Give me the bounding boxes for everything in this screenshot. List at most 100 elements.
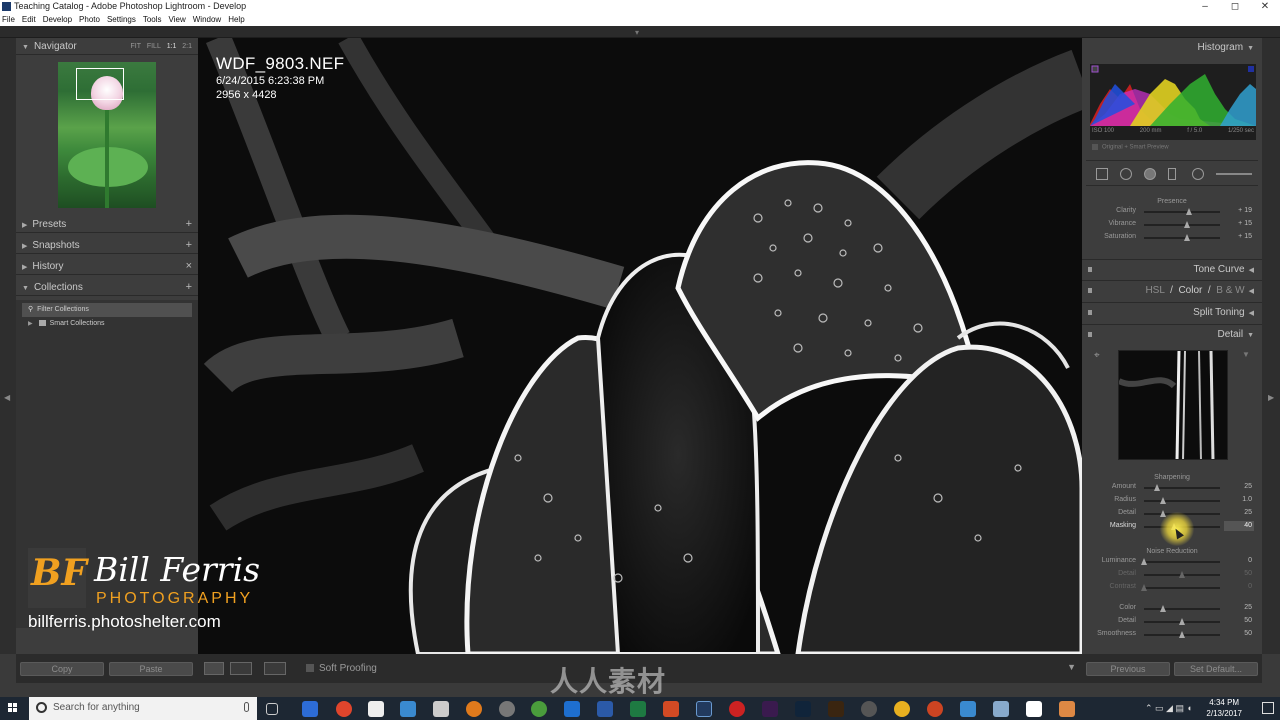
- app-icon-5[interactable]: [499, 701, 515, 717]
- app-icon-9[interactable]: [960, 701, 976, 717]
- app-icon-3[interactable]: [400, 701, 416, 717]
- add-preset-button[interactable]: +: [186, 216, 192, 233]
- presets-header[interactable]: ▶ Presets +: [16, 216, 198, 233]
- smart-collections-item[interactable]: ▶ Smart Collections: [16, 317, 198, 331]
- menu-window[interactable]: Window: [193, 13, 221, 26]
- notification-center-icon[interactable]: [1262, 702, 1274, 714]
- menu-help[interactable]: Help: [228, 13, 244, 26]
- smoothness-slider[interactable]: Smoothness 50: [1086, 628, 1258, 641]
- detail-target-icon[interactable]: ⌖: [1094, 350, 1100, 361]
- app-icon-4[interactable]: [433, 701, 449, 717]
- add-collection-button[interactable]: +: [186, 279, 192, 296]
- word-icon[interactable]: [597, 701, 613, 717]
- before-after-button[interactable]: [230, 662, 252, 675]
- panel-switch-icon[interactable]: [1088, 267, 1092, 272]
- taskbar-search-input[interactable]: Search for anything: [29, 697, 257, 720]
- tab-hsl[interactable]: HSL: [1145, 285, 1164, 296]
- add-snapshot-button[interactable]: +: [186, 237, 192, 254]
- red-eye-icon[interactable]: [1144, 168, 1156, 180]
- photoshop-icon[interactable]: [795, 701, 811, 717]
- app-icon-7[interactable]: [894, 701, 910, 717]
- app-icon-2[interactable]: [336, 701, 352, 717]
- start-button[interactable]: [0, 697, 28, 720]
- menu-develop[interactable]: Develop: [43, 13, 72, 26]
- microphone-icon[interactable]: [244, 702, 249, 712]
- navigator-view-frame[interactable]: [76, 68, 124, 100]
- module-picker-collapsed[interactable]: ▾: [0, 26, 1280, 38]
- slider-thumb[interactable]: [1185, 208, 1192, 215]
- menu-file[interactable]: File: [2, 13, 15, 26]
- clear-history-button[interactable]: ×: [186, 258, 192, 275]
- zoom-fill[interactable]: FILL: [147, 43, 161, 50]
- image-preview[interactable]: WDF_9803.NEF 6/24/2015 6:23:38 PM 2956 x…: [198, 38, 1082, 654]
- color-noise-slider[interactable]: Color 25: [1086, 602, 1258, 615]
- adjustment-brush-icon[interactable]: [1216, 173, 1252, 175]
- panel-switch-icon[interactable]: [1088, 332, 1092, 337]
- excel-icon[interactable]: [630, 701, 646, 717]
- premiere-icon[interactable]: [762, 701, 778, 717]
- radial-filter-icon[interactable]: [1192, 168, 1204, 180]
- soft-proofing-toggle[interactable]: Soft Proofing: [306, 663, 377, 674]
- spot-removal-icon[interactable]: [1120, 168, 1132, 180]
- store-icon[interactable]: [368, 701, 384, 717]
- crop-overlay-icon[interactable]: [1096, 168, 1108, 180]
- tab-bw[interactable]: B & W: [1216, 285, 1244, 296]
- color-detail-slider[interactable]: Detail 50: [1086, 615, 1258, 628]
- tab-color[interactable]: Color: [1178, 285, 1202, 296]
- app-icon-11[interactable]: [1059, 701, 1075, 717]
- filter-collections-input[interactable]: ⚲ Filter Collections: [22, 303, 192, 317]
- left-edge[interactable]: ◀: [0, 38, 16, 654]
- radius-slider[interactable]: Radius 1.0: [1086, 494, 1258, 507]
- tone-curve-header[interactable]: Tone Curve ◀: [1082, 259, 1262, 279]
- app-icon-1[interactable]: [302, 701, 318, 717]
- menu-tools[interactable]: Tools: [143, 13, 162, 26]
- slider-thumb[interactable]: [1153, 484, 1160, 491]
- slider-thumb[interactable]: [1160, 605, 1166, 612]
- bridge-icon[interactable]: [828, 701, 844, 717]
- zoom-1-1[interactable]: 1:1: [167, 43, 177, 50]
- vibrance-slider[interactable]: Vibrance + 15: [1086, 218, 1258, 231]
- task-view-icon[interactable]: [266, 703, 278, 715]
- zoom-fit[interactable]: FIT: [130, 43, 141, 50]
- history-header[interactable]: ▶ History ×: [16, 258, 198, 275]
- right-panel-arrow-icon[interactable]: ▶: [1268, 393, 1274, 402]
- acrobat-icon[interactable]: [729, 701, 745, 717]
- snapshots-header[interactable]: ▶ Snapshots +: [16, 237, 198, 254]
- histogram-header[interactable]: Histogram ▼: [1082, 38, 1262, 58]
- slider-thumb[interactable]: [1160, 497, 1166, 504]
- detail-preview-toggle-icon[interactable]: ▼: [1242, 350, 1250, 359]
- lightroom-icon[interactable]: [696, 701, 712, 717]
- slider-thumb[interactable]: [1179, 631, 1185, 638]
- chrome-icon[interactable]: [531, 701, 547, 717]
- clarity-slider[interactable]: Clarity + 19: [1086, 205, 1258, 218]
- close-button[interactable]: ✕: [1250, 0, 1280, 13]
- powerpoint-icon[interactable]: [663, 701, 679, 717]
- hsl-color-bw-header[interactable]: HSL / Color / B & W ◀: [1082, 280, 1262, 300]
- graduated-filter-icon[interactable]: [1168, 168, 1176, 180]
- minimize-button[interactable]: –: [1190, 0, 1220, 13]
- navigator-thumbnail[interactable]: [58, 62, 156, 208]
- zoom-2-1[interactable]: 2:1: [182, 43, 192, 50]
- detail-preview[interactable]: [1118, 350, 1228, 460]
- firefox-icon[interactable]: [466, 701, 482, 717]
- previous-button[interactable]: Previous: [1086, 662, 1170, 676]
- app-icon-6[interactable]: [861, 701, 877, 717]
- right-edge[interactable]: ▶: [1262, 38, 1280, 654]
- swap-before-after-button[interactable]: [264, 662, 286, 675]
- slider-thumb[interactable]: [1141, 558, 1147, 565]
- slider-thumb[interactable]: [1179, 618, 1185, 625]
- detail-header[interactable]: Detail ▼: [1082, 324, 1262, 344]
- menu-settings[interactable]: Settings: [107, 13, 136, 26]
- maximize-button[interactable]: ◻: [1220, 0, 1250, 13]
- smart-preview-checkbox[interactable]: [1092, 144, 1098, 150]
- menu-edit[interactable]: Edit: [22, 13, 36, 26]
- toolbar-options-dropdown-icon[interactable]: ▼: [1067, 662, 1076, 672]
- paste-button[interactable]: Paste: [109, 662, 193, 676]
- menu-view[interactable]: View: [169, 13, 186, 26]
- system-tray-icons[interactable]: ⌃ ▭ ◢ ▤ ◖: [1145, 703, 1192, 714]
- taskbar-clock[interactable]: 4:34 PM 2/13/2017: [1206, 697, 1242, 720]
- copy-button[interactable]: Copy: [20, 662, 104, 676]
- navigator-header[interactable]: ▼ Navigator FIT FILL 1:1 2:1: [16, 38, 198, 55]
- home-icon[interactable]: [1026, 701, 1042, 717]
- saturation-slider[interactable]: Saturation + 15: [1086, 231, 1258, 244]
